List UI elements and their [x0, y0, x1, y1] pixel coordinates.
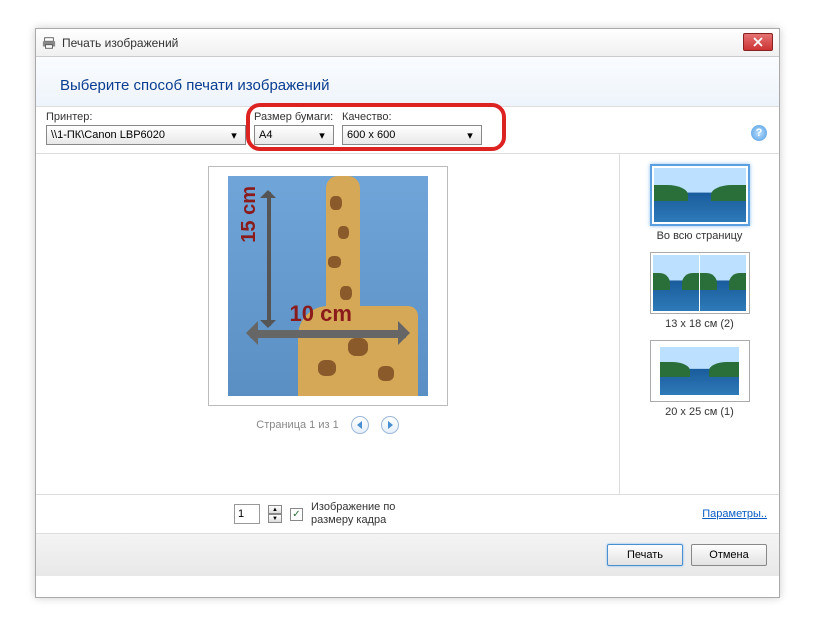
close-icon — [753, 37, 763, 47]
chevron-down-icon: ▾ — [227, 129, 241, 142]
header: Выберите способ печати изображений — [36, 57, 779, 106]
arrow-vertical-icon — [266, 184, 272, 334]
printer-label: Принтер: — [46, 111, 246, 123]
next-page-button[interactable] — [381, 416, 399, 434]
paper-size-label: Размер бумаги: — [254, 111, 334, 123]
titlebar: Печать изображений — [36, 29, 779, 57]
copies-up-button[interactable]: ▲ — [268, 505, 282, 514]
pager-text: Страница 1 из 1 — [256, 419, 338, 431]
content-area: 15 cm 10 cm Страница 1 из 1 Во всю стран… — [36, 154, 779, 494]
cancel-button[interactable]: Отмена — [691, 544, 767, 566]
footer: Печать Отмена — [36, 533, 779, 576]
chevron-down-icon: ▾ — [463, 129, 477, 142]
pager: Страница 1 из 1 — [256, 416, 398, 434]
template-label: Во всю страницу — [628, 230, 771, 242]
quality-value: 600 x 600 — [347, 129, 395, 141]
layout-templates: Во всю страницу 13 x 18 см (2) 20 x 25 с… — [619, 154, 779, 494]
printer-value: \\1-ПК\Canon LBP6020 — [51, 129, 165, 141]
preview-image: 15 cm 10 cm — [228, 176, 428, 396]
options-strip: ▲ ▼ ✓ Изображение по размеру кадра Парам… — [36, 494, 779, 533]
arrow-horizontal-icon — [238, 331, 418, 337]
dimension-horizontal-label: 10 cm — [290, 301, 352, 327]
preview-area: 15 cm 10 cm Страница 1 из 1 — [36, 154, 619, 494]
paper-size-combo[interactable]: A4 ▾ — [254, 125, 334, 145]
template-full-page[interactable]: Во всю страницу — [628, 164, 771, 242]
fit-to-frame-checkbox[interactable]: ✓ — [290, 508, 303, 521]
paper-size-value: A4 — [259, 129, 272, 141]
template-label: 13 x 18 см (2) — [628, 318, 771, 330]
dimension-vertical-label: 15 cm — [238, 186, 261, 243]
close-button[interactable] — [743, 33, 773, 51]
triangle-right-icon — [386, 421, 394, 429]
prev-page-button[interactable] — [351, 416, 369, 434]
parameters-link[interactable]: Параметры.. — [702, 508, 767, 520]
options-toolbar: Принтер: \\1-ПК\Canon LBP6020 ▾ Размер б… — [36, 106, 779, 154]
window-title: Печать изображений — [62, 36, 178, 50]
chevron-down-icon: ▾ — [315, 129, 329, 142]
copies-spinner: ▲ ▼ — [268, 505, 282, 523]
copies-down-button[interactable]: ▼ — [268, 514, 282, 523]
page-heading: Выберите способ печати изображений — [60, 77, 755, 94]
fit-to-frame-label: Изображение по размеру кадра — [311, 501, 431, 527]
template-label: 20 x 25 см (1) — [628, 406, 771, 418]
printer-combo[interactable]: \\1-ПК\Canon LBP6020 ▾ — [46, 125, 246, 145]
print-button[interactable]: Печать — [607, 544, 683, 566]
template-20x25[interactable]: 20 x 25 см (1) — [628, 340, 771, 418]
help-icon[interactable]: ? — [751, 125, 767, 141]
template-13x18[interactable]: 13 x 18 см (2) — [628, 252, 771, 330]
print-dialog: Печать изображений Выберите способ печат… — [35, 28, 780, 598]
copies-input[interactable] — [234, 504, 260, 524]
triangle-left-icon — [356, 421, 364, 429]
print-preview-page: 15 cm 10 cm — [208, 166, 448, 406]
printer-icon — [42, 36, 56, 50]
quality-combo[interactable]: 600 x 600 ▾ — [342, 125, 482, 145]
quality-label: Качество: — [342, 111, 482, 123]
